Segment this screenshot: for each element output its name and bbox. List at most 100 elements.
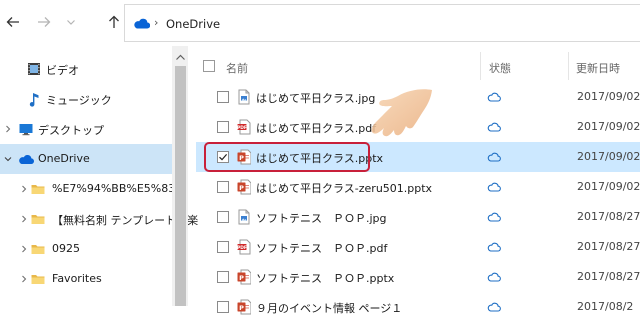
cloud-status-icon: [487, 272, 501, 282]
row-checkbox[interactable]: [217, 271, 229, 283]
scroll-up-icon[interactable]: [176, 54, 185, 60]
file-name[interactable]: はじめて平日クラス.pdf: [256, 120, 376, 136]
column-status[interactable]: 状態: [489, 60, 511, 76]
nav-scrollbar-thumb[interactable]: [175, 66, 186, 306]
file-name[interactable]: はじめて平日クラス-zeru501.pptx: [256, 180, 432, 196]
file-name[interactable]: はじめて平日クラス.jpg: [256, 90, 375, 106]
file-name[interactable]: ソフトテニス ＰＯＰ.pptx: [256, 270, 394, 286]
onedrive-cloud-icon: [19, 154, 34, 165]
chevron-right-icon[interactable]: [2, 123, 14, 135]
jpg-file-icon: [238, 89, 250, 105]
jpg-file-icon: [238, 209, 250, 225]
chevron-down-icon: [67, 20, 75, 25]
column-modified[interactable]: 更新日時: [576, 60, 620, 76]
svg-text:PDF: PDF: [237, 245, 247, 251]
nav-item-3[interactable]: デスクトップ: [0, 114, 172, 144]
file-row[interactable]: P ９月のイベント情報 ページ１ 2017/08/2: [196, 292, 640, 322]
chevron-right-icon[interactable]: [18, 213, 30, 225]
nav-item-label: Favorites: [52, 272, 102, 285]
file-row[interactable]: PDF ソフトテニス ＰＯＰ.pdf 2017/08/27: [196, 232, 640, 262]
navigation-pane: ビデオミュージックデスクトップ OneDrive %E7%94%BB%E5%83% 【…: [0, 46, 198, 306]
video-folder-icon: [28, 63, 40, 75]
nav-item-4[interactable]: OneDrive: [0, 144, 172, 174]
column-header: 名前 状態 更新日時: [196, 46, 640, 86]
cloud-status-icon: [487, 92, 501, 102]
folder-icon: [31, 215, 45, 224]
cloud-status-icon: [487, 152, 501, 162]
column-divider[interactable]: [480, 52, 481, 80]
selection-highlight-outline: [204, 142, 370, 172]
file-modified-date: 2017/09/02: [577, 180, 640, 193]
breadcrumb-separator: ›: [154, 16, 159, 29]
nav-item-2[interactable]: ミュージック: [0, 84, 172, 114]
nav-item-label: %E7%94%BB%E5%83%: [52, 182, 186, 195]
onedrive-cloud-icon: [134, 18, 150, 29]
breadcrumb-location[interactable]: OneDrive: [166, 17, 220, 31]
chevron-right-icon[interactable]: [18, 273, 30, 285]
cloud-status-icon: [487, 302, 501, 312]
arrow-up-icon: [109, 15, 119, 28]
svg-text:P: P: [239, 184, 244, 192]
file-modified-date: 2017/09/02: [577, 120, 640, 133]
nav-item-label: ミュージック: [46, 94, 112, 107]
file-modified-date: 2017/09/02: [577, 150, 640, 163]
desktop-icon: [19, 124, 33, 136]
nav-item-6[interactable]: 【無料名刺 テンプレート】楽: [0, 204, 198, 234]
folder-icon: [31, 185, 45, 194]
chevron-right-icon[interactable]: [18, 243, 30, 255]
nav-item-label: デスクトップ: [38, 124, 104, 137]
folder-icon: [31, 275, 45, 284]
pdf-file-icon: PDF: [237, 239, 251, 255]
pptx-file-icon: P: [237, 269, 251, 285]
recent-locations-button[interactable]: [58, 9, 84, 35]
nav-item-label: ビデオ: [46, 64, 79, 77]
nav-item-label: OneDrive: [38, 152, 90, 165]
arrow-right-icon: [38, 17, 51, 27]
nav-item-label: 0925: [52, 242, 80, 255]
toolbar: › OneDrive: [0, 0, 640, 46]
row-checkbox[interactable]: [217, 211, 229, 223]
chevron-right-icon[interactable]: [18, 183, 30, 195]
chevron-down-icon[interactable]: [2, 153, 14, 165]
file-name[interactable]: ソフトテニス ＰＯＰ.jpg: [256, 210, 387, 226]
file-name[interactable]: ９月のイベント情報 ページ１: [256, 300, 402, 316]
row-checkbox[interactable]: [217, 241, 229, 253]
nav-item-1[interactable]: ビデオ: [0, 54, 172, 84]
svg-text:P: P: [239, 274, 244, 282]
pointing-hand-icon: [371, 89, 432, 137]
music-note-icon: [29, 93, 39, 107]
pdf-file-icon: PDF: [237, 119, 251, 135]
svg-text:PDF: PDF: [237, 125, 247, 131]
file-modified-date: 2017/08/27: [577, 210, 640, 223]
column-name[interactable]: 名前: [226, 60, 248, 76]
file-row[interactable]: P ソフトテニス ＰＯＰ.pptx 2017/08/27: [196, 262, 640, 292]
row-checkbox[interactable]: [217, 121, 229, 133]
row-checkbox[interactable]: [217, 181, 229, 193]
svg-text:P: P: [239, 304, 244, 312]
row-checkbox[interactable]: [217, 91, 229, 103]
row-checkbox[interactable]: [217, 301, 229, 313]
file-list: 名前 状態 更新日時 はじめて平日クラス.jpg 2017/09/02 PDF はじめ…: [196, 46, 640, 315]
nav-item-5[interactable]: %E7%94%BB%E5%83%: [0, 174, 186, 204]
file-name[interactable]: ソフトテニス ＰＯＰ.pdf: [256, 240, 387, 256]
pptx-file-icon: P: [237, 179, 251, 195]
pptx-file-icon: P: [237, 299, 251, 315]
column-divider[interactable]: [568, 52, 569, 80]
cloud-status-icon: [487, 242, 501, 252]
file-modified-date: 2017/08/27: [577, 270, 640, 283]
forward-button[interactable]: [31, 9, 57, 35]
file-modified-date: 2017/08/27: [577, 240, 640, 253]
cloud-status-icon: [487, 212, 501, 222]
file-row[interactable]: P はじめて平日クラス-zeru501.pptx 2017/09/02: [196, 172, 640, 202]
nav-item-7[interactable]: 0925: [0, 234, 172, 264]
cloud-status-icon: [487, 122, 501, 132]
select-all-checkbox[interactable]: [203, 60, 215, 72]
back-button[interactable]: [0, 9, 26, 35]
file-row[interactable]: ソフトテニス ＰＯＰ.jpg 2017/08/27: [196, 202, 640, 232]
folder-icon: [31, 245, 45, 254]
address-bar[interactable]: › OneDrive: [124, 4, 640, 42]
cloud-status-icon: [487, 182, 501, 192]
file-modified-date: 2017/09/02: [577, 90, 640, 103]
nav-item-8[interactable]: Favorites: [0, 264, 172, 294]
arrow-left-icon: [6, 17, 19, 27]
